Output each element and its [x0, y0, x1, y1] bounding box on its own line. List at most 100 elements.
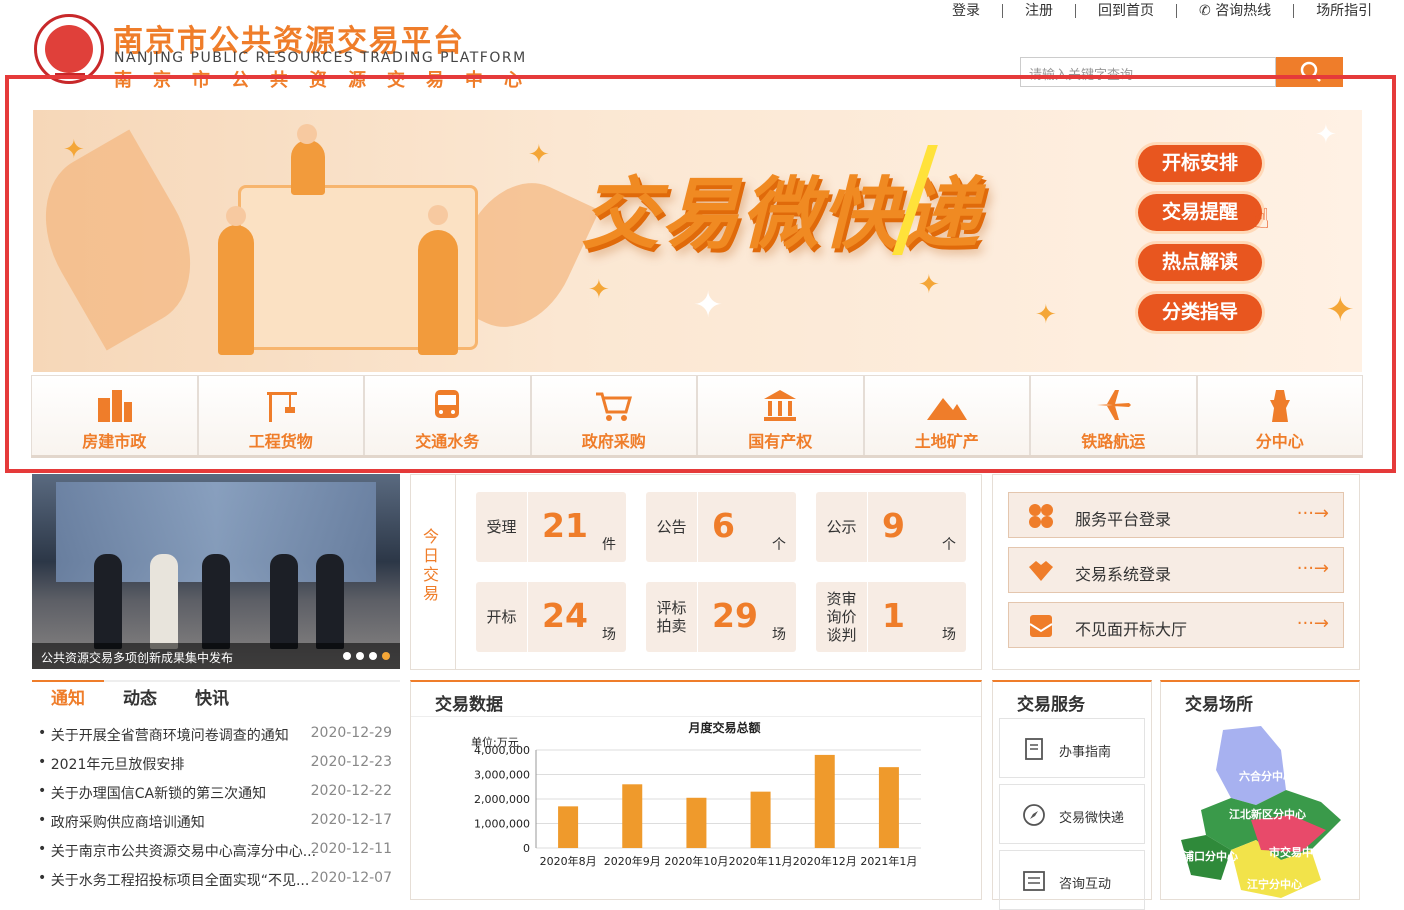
chat-icon — [1023, 871, 1045, 891]
region-luhe[interactable]: 六合分中心 — [1239, 769, 1294, 783]
chart-bar — [622, 784, 643, 848]
monthly-trade-chart: 月度交易总额单位:万元4,000,0003,000,0002,000,0001,… — [471, 720, 921, 868]
trade-services-title: 交易服务 — [1017, 695, 1085, 715]
cart-icon — [595, 392, 632, 421]
news-title: 关于水务工程招投标项目全面实现“不见... — [50, 873, 310, 889]
nav-hotline[interactable]: ✆ 咨询热线 — [1176, 4, 1293, 18]
stat-evaluation[interactable]: 评标拍卖 29 场 — [646, 582, 796, 652]
stat-publicity[interactable]: 公示 9 个 — [816, 492, 966, 562]
logo[interactable] — [34, 14, 104, 84]
news-item[interactable]: • 2021年元旦放假安排 2020-12-23 — [38, 754, 400, 774]
category-state-assets[interactable]: 国有产权 — [697, 375, 864, 455]
stat-bid-opening[interactable]: 开标 24 场 — [476, 582, 626, 652]
category-building[interactable]: 房建市政 — [31, 375, 198, 455]
stat-unit: 场 — [602, 627, 616, 643]
search-input[interactable]: 请输入关键字查询 — [1020, 57, 1276, 87]
y-tick-label: 2,000,000 — [474, 793, 530, 806]
region-jiangning[interactable]: 江宁分中心 — [1247, 877, 1302, 891]
news-title: 2021年元旦放假安排 — [50, 757, 185, 773]
trade-venues-panel: 交易场所 六合分中心 江北新区分中心 浦口分中心 市交易中心 江宁分中心 — [1160, 680, 1360, 900]
nav-register[interactable]: 注册 — [1002, 4, 1075, 18]
plane-icon — [1097, 390, 1132, 420]
news-date: 2020-12-17 — [310, 812, 392, 828]
banner[interactable]: 交易微快递 ✦ ✦ ✦ ✦ ✦ ✦ ✦ ✦ 开标安排 交易提醒 热点解读 分类指… — [33, 110, 1362, 372]
service-platform-login-button[interactable]: 服务平台登录 ···→ — [1008, 492, 1344, 538]
region-jiangbei[interactable]: 江北新区分中心 — [1229, 807, 1306, 821]
search-icon — [1300, 61, 1321, 82]
nav-home[interactable]: 回到首页 — [1075, 4, 1176, 18]
stat-announcement[interactable]: 公告 6 个 — [646, 492, 796, 562]
nav-hotline-label: 咨询热线 — [1215, 3, 1272, 19]
carousel-dot[interactable] — [369, 652, 377, 660]
logo-emblem-icon — [45, 25, 93, 73]
trade-services-panel: 交易服务 办事指南 交易微快递 咨询互动 — [992, 680, 1152, 910]
stat-label: 资审询价谈判 — [816, 582, 868, 652]
trade-reminder-button[interactable]: 交易提醒 — [1138, 194, 1262, 231]
news-item[interactable]: • 关于办理国信CA新锁的第三次通知 2020-12-22 — [38, 783, 400, 803]
category-branch[interactable]: 分中心 — [1196, 375, 1363, 455]
bus-icon — [435, 390, 460, 418]
category-label: 铁路航运 — [1081, 432, 1146, 451]
tab-flash[interactable]: 快讯 — [176, 682, 248, 716]
stat-accepted[interactable]: 受理 21 件 — [476, 492, 626, 562]
news-item[interactable]: • 关于南京市公共资源交易中心高淳分中心... 2020-12-11 — [38, 841, 400, 861]
hot-topics-button[interactable]: 热点解读 — [1138, 244, 1262, 281]
x-tick-label: 2020年10月 — [664, 854, 728, 868]
stat-label: 开标 — [476, 582, 528, 652]
logo-bar — [55, 73, 85, 79]
search-button[interactable] — [1276, 57, 1343, 87]
news-date: 2020-12-11 — [310, 841, 392, 857]
stat-value: 21 — [542, 506, 588, 545]
consultation-link[interactable]: 咨询互动 — [999, 850, 1145, 910]
news-date: 2020-12-07 — [310, 870, 392, 886]
clover-icon — [1029, 504, 1053, 528]
crane-icon — [266, 392, 297, 422]
news-item[interactable]: • 政府采购供应商培训通知 2020-12-17 — [38, 812, 400, 832]
category-rail-air[interactable]: 铁路航运 — [1030, 375, 1197, 455]
y-tick-label: 3,000,000 — [474, 769, 530, 782]
guide-link[interactable]: 办事指南 — [999, 718, 1145, 778]
hand-pointer-icon: ☝ — [1253, 202, 1271, 235]
news-title: 关于办理国信CA新锁的第三次通知 — [50, 786, 267, 802]
carousel-dot-active[interactable] — [382, 652, 390, 660]
tab-notice[interactable]: 通知 — [32, 680, 104, 716]
photo-person — [150, 554, 178, 649]
category-procurement[interactable]: 政府采购 — [530, 375, 697, 455]
sparkle-icon: ✦ — [1315, 120, 1337, 150]
nav-venue-guide[interactable]: 场所指引 — [1293, 4, 1394, 18]
news-title: 关于开展全省营商环境问卷调查的通知 — [50, 728, 289, 744]
region-city-center[interactable]: 市交易中心 — [1269, 845, 1324, 859]
document-icon — [1025, 738, 1043, 760]
building-icon — [98, 390, 133, 422]
sparkle-icon: ✦ — [1035, 300, 1057, 330]
carousel-dot[interactable] — [356, 652, 364, 660]
category-bar: 房建市政 工程货物 交通水务 政府采购 国有产权 土地矿产 铁路航运 分中心 — [31, 375, 1363, 458]
compass-icon — [1023, 804, 1045, 826]
stat-value: 29 — [712, 596, 758, 635]
region-pukou[interactable]: 浦口分中心 — [1183, 849, 1238, 863]
trade-system-login-button[interactable]: 交易系统登录 ···→ — [1008, 547, 1344, 593]
category-goods[interactable]: 工程货物 — [197, 375, 364, 455]
category-guide-button[interactable]: 分类指导 — [1138, 294, 1262, 331]
person-head — [297, 124, 317, 144]
arrow-right-icon: ···→ — [1296, 503, 1329, 524]
remote-bid-hall-button[interactable]: 不见面开标大厅 ···→ — [1008, 602, 1344, 648]
bid-schedule-button[interactable]: 开标安排 — [1138, 145, 1262, 182]
category-traffic[interactable]: 交通水务 — [364, 375, 531, 455]
carousel-dot[interactable] — [343, 652, 351, 660]
stat-label: 评标拍卖 — [646, 582, 698, 652]
news-item[interactable]: • 关于开展全省营商环境问卷调查的通知 2020-12-29 — [38, 725, 400, 745]
brand-english: NANJING PUBLIC RESOURCES TRADING PLATFOR… — [114, 50, 527, 66]
micro-express-link[interactable]: 交易微快递 — [999, 784, 1145, 844]
news-date: 2020-12-22 — [310, 783, 392, 799]
photo-person — [316, 554, 344, 649]
nav-login[interactable]: 登录 — [930, 4, 1002, 18]
venue-map[interactable]: 六合分中心 江北新区分中心 浦口分中心 市交易中心 江宁分中心 — [1161, 720, 1361, 900]
tab-news[interactable]: 动态 — [104, 682, 176, 716]
news-item[interactable]: • 关于水务工程招投标项目全面实现“不见... 2020-12-07 — [38, 870, 400, 890]
category-land[interactable]: 土地矿产 — [863, 375, 1030, 455]
news-photo-carousel[interactable]: 公共资源交易多项创新成果集中发布 — [32, 474, 400, 669]
trade-data-panel: 交易数据 月度交易总额 单位:万元 4,000,000 3,000,000 2,000,… — [410, 680, 982, 900]
news-title: 政府采购供应商培训通知 — [50, 815, 205, 831]
stat-inquiry[interactable]: 资审询价谈判 1 场 — [816, 582, 966, 652]
